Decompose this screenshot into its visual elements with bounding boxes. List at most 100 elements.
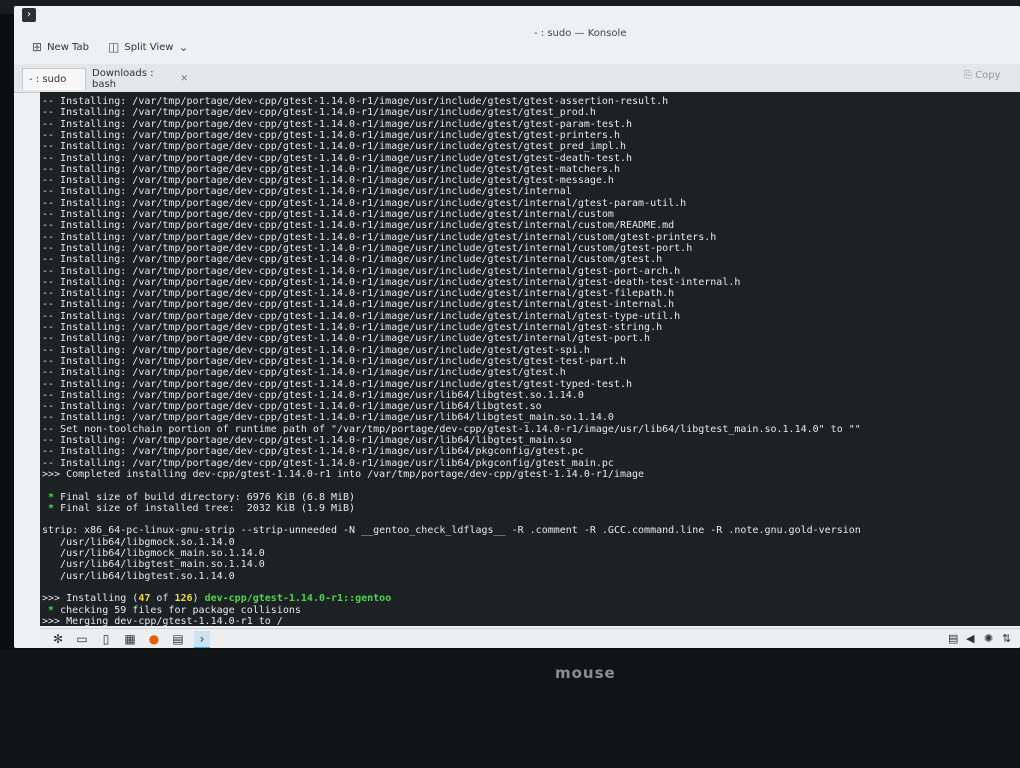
new-tab-label: New Tab bbox=[47, 41, 89, 53]
terminal-line: -- Installing: /var/tmp/portage/dev-cpp/… bbox=[42, 175, 614, 186]
terminal-line: -- Installing: /var/tmp/portage/dev-cpp/… bbox=[42, 333, 650, 344]
terminal-line: -- Installing: /var/tmp/portage/dev-cpp/… bbox=[42, 345, 590, 356]
terminal-line: -- Installing: /var/tmp/portage/dev-cpp/… bbox=[42, 311, 680, 322]
file-icon[interactable]: ▯ bbox=[98, 631, 114, 647]
terminal-line: -- Installing: /var/tmp/portage/dev-cpp/… bbox=[42, 401, 542, 412]
volume-icon[interactable]: ◀ bbox=[966, 632, 974, 645]
terminal-line: -- Installing: /var/tmp/portage/dev-cpp/… bbox=[42, 322, 662, 333]
taskbar: ✻ ▭ ▯ ▦ ● ▤ › ▤ ◀ ✺ ⇅ bbox=[40, 628, 1020, 648]
terminal-line: * Final size of build directory: 6976 Ki… bbox=[42, 492, 355, 503]
terminal-line: -- Set non-toolchain portion of runtime … bbox=[42, 424, 861, 435]
terminal-text: -- Installing: /var/tmp/portage/dev-cpp/… bbox=[42, 152, 633, 164]
app-launcher-icon[interactable]: ✻ bbox=[50, 631, 66, 647]
title-bar: › - : sudo — Konsole ⊞ New Tab ◫ Split V… bbox=[14, 6, 1020, 62]
terminal-line: -- Installing: /var/tmp/portage/dev-cpp/… bbox=[42, 254, 662, 265]
terminal-text: -- Installing: /var/tmp/portage/dev-cpp/… bbox=[42, 378, 633, 390]
terminal-text: /usr/lib64/libgmock_main.so.1.14.0 bbox=[42, 548, 265, 559]
terminal-line: * checking 59 files for package collisio… bbox=[42, 605, 301, 616]
terminal-line: -- Installing: /var/tmp/portage/dev-cpp/… bbox=[42, 277, 740, 288]
terminal-text: -- Installing: /var/tmp/portage/dev-cpp/… bbox=[42, 446, 584, 458]
image-viewer-icon[interactable]: ▤ bbox=[170, 631, 186, 647]
network-icon[interactable]: ⇅ bbox=[1002, 632, 1011, 645]
terminal-text: >>> Merging dev-cpp/gtest-1.14.0-r1 to / bbox=[42, 615, 283, 626]
terminal-line: >>> Completed installing dev-cpp/gtest-1… bbox=[42, 469, 644, 480]
terminal-line: /usr/lib64/libgtest_main.so.1.14.0 bbox=[42, 559, 265, 570]
terminal-text: -- Installing: /var/tmp/portage/dev-cpp/… bbox=[42, 276, 741, 288]
copy-label: Copy bbox=[975, 70, 1001, 81]
terminal-text: -- Installing: /var/tmp/portage/dev-cpp/… bbox=[42, 310, 681, 322]
terminal-text: dev-cpp/gtest-1.14.0-r1::gentoo bbox=[204, 593, 392, 605]
terminal-line: * Final size of installed tree: 2032 KiB… bbox=[42, 503, 355, 514]
terminal-text: -- Installing: /var/tmp/portage/dev-cpp/… bbox=[42, 355, 626, 367]
folder-icon[interactable]: ▦ bbox=[122, 631, 138, 647]
terminal-text: -- Installing: /var/tmp/portage/dev-cpp/… bbox=[42, 254, 663, 266]
terminal-text: -- Set non-toolchain portion of runtime … bbox=[42, 423, 861, 435]
terminal-text: -- Installing: /var/tmp/portage/dev-cpp/… bbox=[42, 333, 651, 345]
chevron-down-icon: ⌄ bbox=[178, 40, 189, 54]
terminal-text: -- Installing: /var/tmp/portage/dev-cpp/… bbox=[42, 322, 663, 333]
terminal-line: -- Installing: /var/tmp/portage/dev-cpp/… bbox=[42, 107, 596, 118]
terminal-line: -- Installing: /var/tmp/portage/dev-cpp/… bbox=[42, 356, 626, 367]
terminal-text: -- Installing: /var/tmp/portage/dev-cpp/… bbox=[42, 209, 614, 220]
screen: › - : sudo — Konsole ⊞ New Tab ◫ Split V… bbox=[14, 6, 1020, 648]
terminal-line: strip: x86_64-pc-linux-gnu-strip --strip… bbox=[42, 525, 861, 536]
terminal-line: -- Installing: /var/tmp/portage/dev-cpp/… bbox=[42, 446, 584, 457]
firefox-icon[interactable]: ● bbox=[146, 631, 162, 647]
tab-downloads-bash[interactable]: Downloads : bash ✕ bbox=[86, 68, 194, 90]
terminal-text: checking 59 files for package collisions bbox=[60, 604, 301, 616]
terminal-text: -- Installing: /var/tmp/portage/dev-cpp/… bbox=[42, 242, 693, 254]
pager-icon[interactable]: ▭ bbox=[74, 631, 90, 647]
split-view-label: Split View bbox=[124, 41, 174, 53]
terminal-line: >>> Installing (47 of 126) dev-cpp/gtest… bbox=[42, 593, 391, 604]
terminal-text: -- Installing: /var/tmp/portage/dev-cpp/… bbox=[42, 186, 572, 198]
terminal-line: -- Installing: /var/tmp/portage/dev-cpp/… bbox=[42, 220, 674, 231]
tab-sudo[interactable]: - : sudo bbox=[22, 68, 86, 90]
terminal-text: 126 bbox=[174, 593, 193, 605]
konsole-app-icon[interactable]: › bbox=[22, 8, 36, 22]
terminal-line: -- Installing: /var/tmp/portage/dev-cpp/… bbox=[42, 164, 620, 175]
terminal-text: -- Installing: /var/tmp/portage/dev-cpp/… bbox=[42, 231, 717, 243]
tab-label: - : sudo bbox=[29, 74, 67, 85]
terminal-text: -- Installing: /var/tmp/portage/dev-cpp/… bbox=[42, 118, 633, 130]
split-view-icon: ◫ bbox=[108, 40, 120, 54]
terminal-text: -- Installing: /var/tmp/portage/dev-cpp/… bbox=[42, 197, 687, 209]
terminal-text: -- Installing: /var/tmp/portage/dev-cpp/… bbox=[42, 175, 614, 187]
tab-label: Downloads : bash bbox=[92, 68, 154, 90]
terminal-line: /usr/lib64/libgmock.so.1.14.0 bbox=[42, 537, 235, 548]
new-tab-button[interactable]: ⊞ New Tab bbox=[32, 40, 89, 54]
terminal-line: -- Installing: /var/tmp/portage/dev-cpp/… bbox=[42, 458, 614, 469]
terminal-text: >>> Completed installing dev-cpp/gtest-1… bbox=[42, 468, 645, 480]
terminal-line: -- Installing: /var/tmp/portage/dev-cpp/… bbox=[42, 209, 614, 220]
monitor-bezel-bottom bbox=[0, 650, 1020, 768]
terminal-line: -- Installing: /var/tmp/portage/dev-cpp/… bbox=[42, 119, 632, 130]
clipboard-icon[interactable]: ▤ bbox=[948, 632, 958, 645]
terminal-text: -- Installing: /var/tmp/portage/dev-cpp/… bbox=[42, 412, 614, 424]
terminal-line: /usr/lib64/libgmock_main.so.1.14.0 bbox=[42, 548, 265, 559]
terminal-text: -- Installing: /var/tmp/portage/dev-cpp/… bbox=[42, 129, 620, 141]
terminal-text: 47 bbox=[138, 593, 151, 605]
terminal-output[interactable]: -- Installing: /var/tmp/portage/dev-cpp/… bbox=[40, 92, 1020, 626]
terminal-text: -- Installing: /var/tmp/portage/dev-cpp/… bbox=[42, 435, 572, 446]
terminal-text: -- Installing: /var/tmp/portage/dev-cpp/… bbox=[42, 96, 669, 107]
terminal-text: ) bbox=[192, 593, 205, 605]
terminal-text: -- Installing: /var/tmp/portage/dev-cpp/… bbox=[42, 141, 626, 153]
konsole-icon[interactable]: › bbox=[194, 631, 210, 648]
brightness-icon[interactable]: ✺ bbox=[984, 632, 993, 645]
close-icon[interactable]: ✕ bbox=[180, 74, 188, 84]
terminal-line: -- Installing: /var/tmp/portage/dev-cpp/… bbox=[42, 299, 674, 310]
copy-icon: ⎘ bbox=[964, 70, 972, 81]
terminal-line: -- Installing: /var/tmp/portage/dev-cpp/… bbox=[42, 130, 620, 141]
new-tab-icon: ⊞ bbox=[32, 40, 43, 54]
terminal-line: -- Installing: /var/tmp/portage/dev-cpp/… bbox=[42, 232, 716, 243]
terminal-text: -- Installing: /var/tmp/portage/dev-cpp/… bbox=[42, 389, 584, 401]
copy-button[interactable]: ⎘ Copy bbox=[964, 70, 1001, 81]
terminal-line: -- Installing: /var/tmp/portage/dev-cpp/… bbox=[42, 96, 668, 107]
terminal-text: * bbox=[42, 491, 61, 503]
terminal-text: -- Installing: /var/tmp/portage/dev-cpp/… bbox=[42, 288, 675, 300]
terminal-line: /usr/lib64/libgtest.so.1.14.0 bbox=[42, 571, 235, 582]
terminal-text: /usr/lib64/libgtest_main.so.1.14.0 bbox=[42, 559, 265, 571]
terminal-text: -- Installing: /var/tmp/portage/dev-cpp/… bbox=[42, 220, 675, 232]
split-view-button[interactable]: ◫ Split View ⌄ bbox=[108, 40, 189, 54]
terminal-text: * bbox=[42, 502, 61, 514]
terminal-text: -- Installing: /var/tmp/portage/dev-cpp/… bbox=[42, 367, 566, 379]
